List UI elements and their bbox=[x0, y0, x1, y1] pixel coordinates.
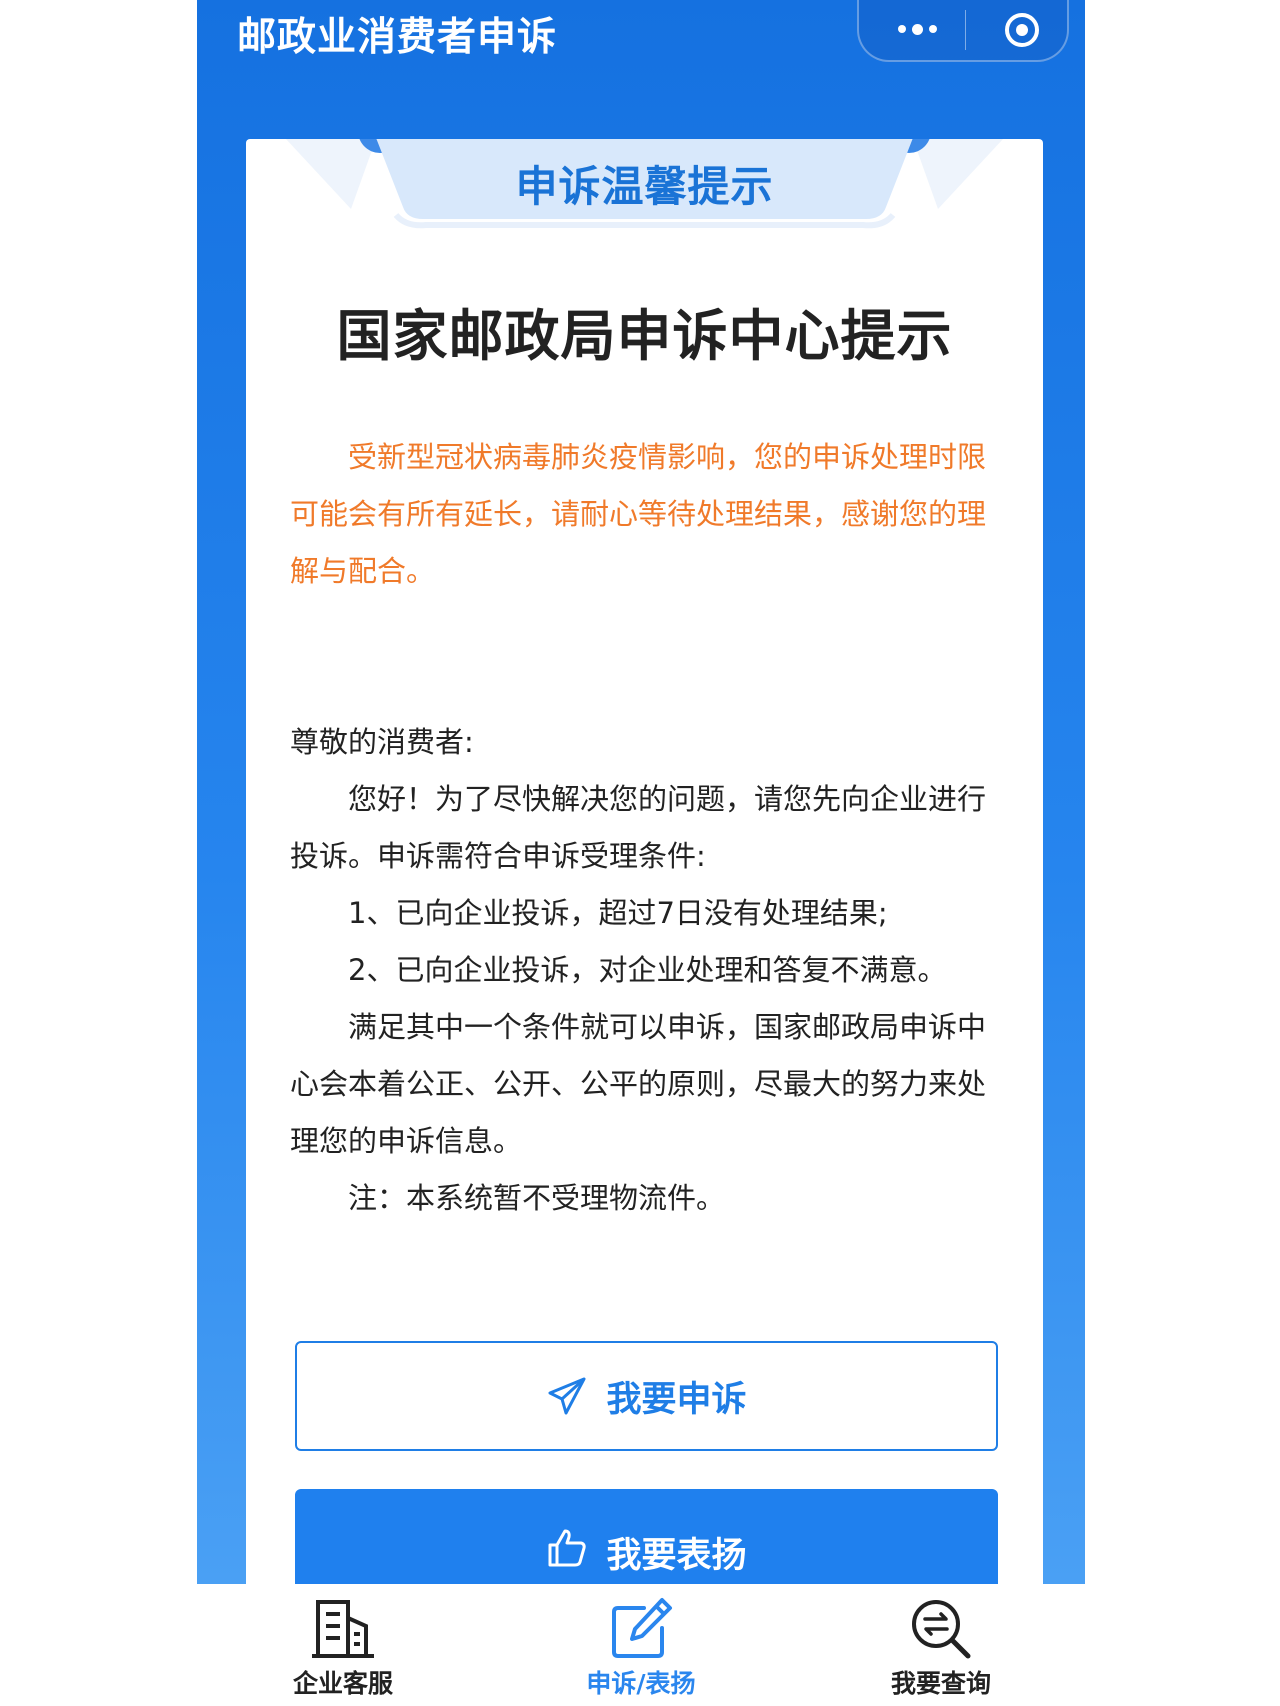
tab-complain-praise[interactable]: 申诉/表扬 bbox=[541, 1596, 741, 1700]
mini-program-capsule bbox=[857, 0, 1069, 62]
praise-button-label: 我要表扬 bbox=[606, 1536, 747, 1576]
condition-1: 1、已向企业投诉，超过7日没有处理结果; bbox=[348, 896, 888, 930]
tips-tab-header: 申诉温馨提示 bbox=[246, 139, 1043, 259]
logistics-note: 注：本系统暂不受理物流件。 bbox=[348, 1181, 726, 1215]
tab-enterprise-service[interactable]: 企业客服 bbox=[243, 1596, 443, 1700]
capsule-divider bbox=[965, 10, 966, 50]
app-screen: 邮政业消费者申诉 申诉温馨提示 国家邮政局申诉中心提示 受新型冠状病毒肺炎疫情影… bbox=[197, 0, 1085, 1706]
edit-icon bbox=[612, 1598, 672, 1658]
tab-query[interactable]: 我要查询 bbox=[841, 1596, 1041, 1700]
page-title: 邮政业消费者申诉 bbox=[237, 15, 558, 60]
instruction-text: 尊敬的消费者: 您好！为了尽快解决您的问题，请您先向企业进行投诉。申诉需符合申诉… bbox=[290, 714, 1002, 1227]
search-icon bbox=[912, 1600, 971, 1659]
thumbs-up-icon bbox=[548, 1529, 587, 1567]
tab-complain-praise-label: 申诉/表扬 bbox=[586, 1669, 696, 1698]
tips-card: 申诉温馨提示 国家邮政局申诉中心提示 受新型冠状病毒肺炎疫情影响，您的申诉处理时… bbox=[246, 139, 1043, 1619]
intro-paragraph: 您好！为了尽快解决您的问题，请您先向企业进行投诉。申诉需符合申诉受理条件: bbox=[290, 782, 987, 873]
tips-tab-title: 申诉温馨提示 bbox=[515, 162, 774, 211]
epidemic-notice: 受新型冠状病毒肺炎疫情影响，您的申诉处理时限可能会有所有延长，请耐心等待处理结果… bbox=[290, 440, 987, 588]
complain-button[interactable]: 我要申诉 bbox=[295, 1341, 998, 1451]
close-target-icon[interactable] bbox=[1002, 10, 1042, 50]
paper-plane-icon bbox=[548, 1377, 586, 1415]
complain-button-label: 我要申诉 bbox=[606, 1379, 747, 1420]
tab-query-label: 我要查询 bbox=[890, 1669, 991, 1698]
bottom-tabbar: 企业客服 申诉/表扬 我要查询 bbox=[197, 1584, 1085, 1706]
statement-paragraph: 满足其中一个条件就可以申诉，国家邮政局申诉中心会本着公正、公开、公平的原则，尽最… bbox=[290, 1010, 987, 1158]
tab-enterprise-service-label: 企业客服 bbox=[292, 1669, 393, 1698]
greeting: 尊敬的消费者: bbox=[290, 725, 474, 759]
notice-heading: 国家邮政局申诉中心提示 bbox=[336, 304, 953, 368]
condition-2: 2、已向企业投诉，对企业处理和答复不满意。 bbox=[348, 953, 947, 987]
more-icon[interactable] bbox=[887, 16, 947, 42]
building-icon bbox=[312, 1600, 374, 1658]
